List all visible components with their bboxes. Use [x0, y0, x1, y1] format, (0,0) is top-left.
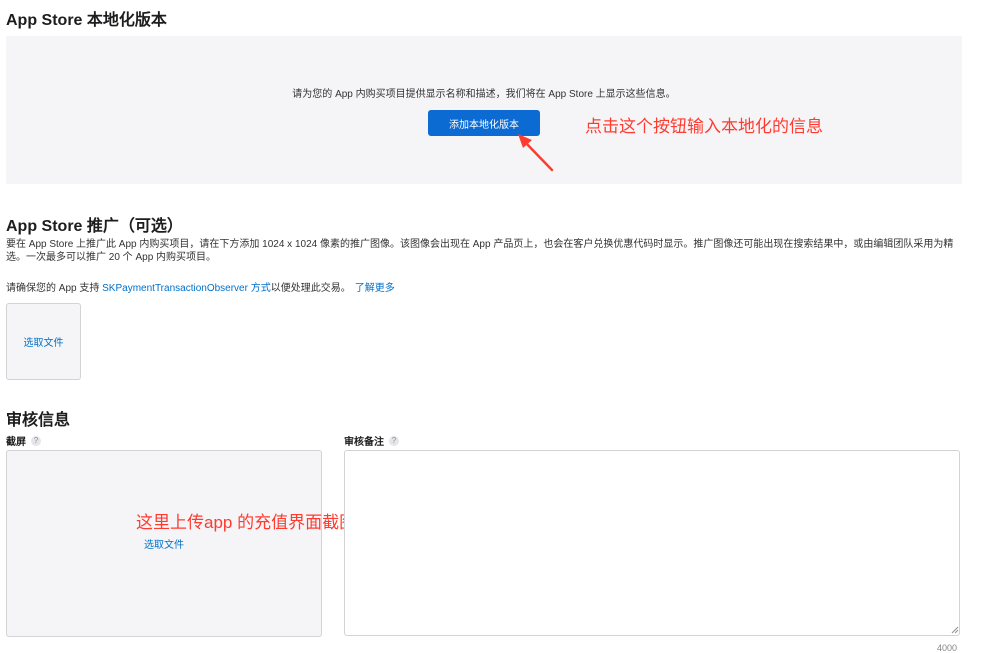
- localization-panel: 请为您的 App 内购买项目提供显示名称和描述，我们将在 App Store 上…: [6, 36, 962, 184]
- promotion-note: 请确保您的 App 支持 SKPaymentTransactionObserve…: [6, 279, 395, 294]
- review-notes-textarea[interactable]: [344, 450, 960, 636]
- promotion-note-prefix: 请确保您的 App 支持: [6, 283, 103, 294]
- review-notes-label-text: 审核备注: [344, 437, 384, 448]
- screenshot-label: 截屏 ?: [6, 433, 41, 448]
- screenshot-help-icon[interactable]: ?: [31, 435, 41, 446]
- screenshot-choose-file-link[interactable]: 选取文件: [144, 536, 184, 551]
- screenshot-label-text: 截屏: [6, 437, 26, 448]
- review-notes-help-icon[interactable]: ?: [389, 435, 399, 446]
- annotation-add-localization: 点击这个按钮输入本地化的信息: [585, 117, 823, 136]
- promotion-image-dropzone[interactable]: 选取文件: [6, 303, 81, 380]
- char-limit-counter: 4000: [937, 643, 958, 653]
- review-notes-label: 审核备注 ?: [344, 433, 399, 448]
- promotion-choose-file-link[interactable]: 选取文件: [24, 334, 64, 349]
- localization-title: App Store 本地化版本: [6, 12, 167, 29]
- review-title: 审核信息: [6, 412, 71, 429]
- sk-payment-observer-link[interactable]: SKPaymentTransactionObserver 方式: [102, 283, 271, 294]
- resize-grip-icon[interactable]: [951, 626, 959, 634]
- localization-description: 请为您的 App 内购买项目提供显示名称和描述，我们将在 App Store 上…: [292, 89, 676, 100]
- annotation-arrow-icon: [518, 134, 554, 172]
- screenshot-dropzone[interactable]: 选取文件: [6, 450, 322, 637]
- learn-more-link[interactable]: 了解更多: [355, 283, 395, 294]
- promotion-title: App Store 推广（可选）: [6, 218, 183, 235]
- promotion-note-mid: 以便处理此交易。: [270, 283, 351, 294]
- promotion-description: 要在 App Store 上推广此 App 内购买项目，请在下方添加 1024 …: [6, 239, 954, 263]
